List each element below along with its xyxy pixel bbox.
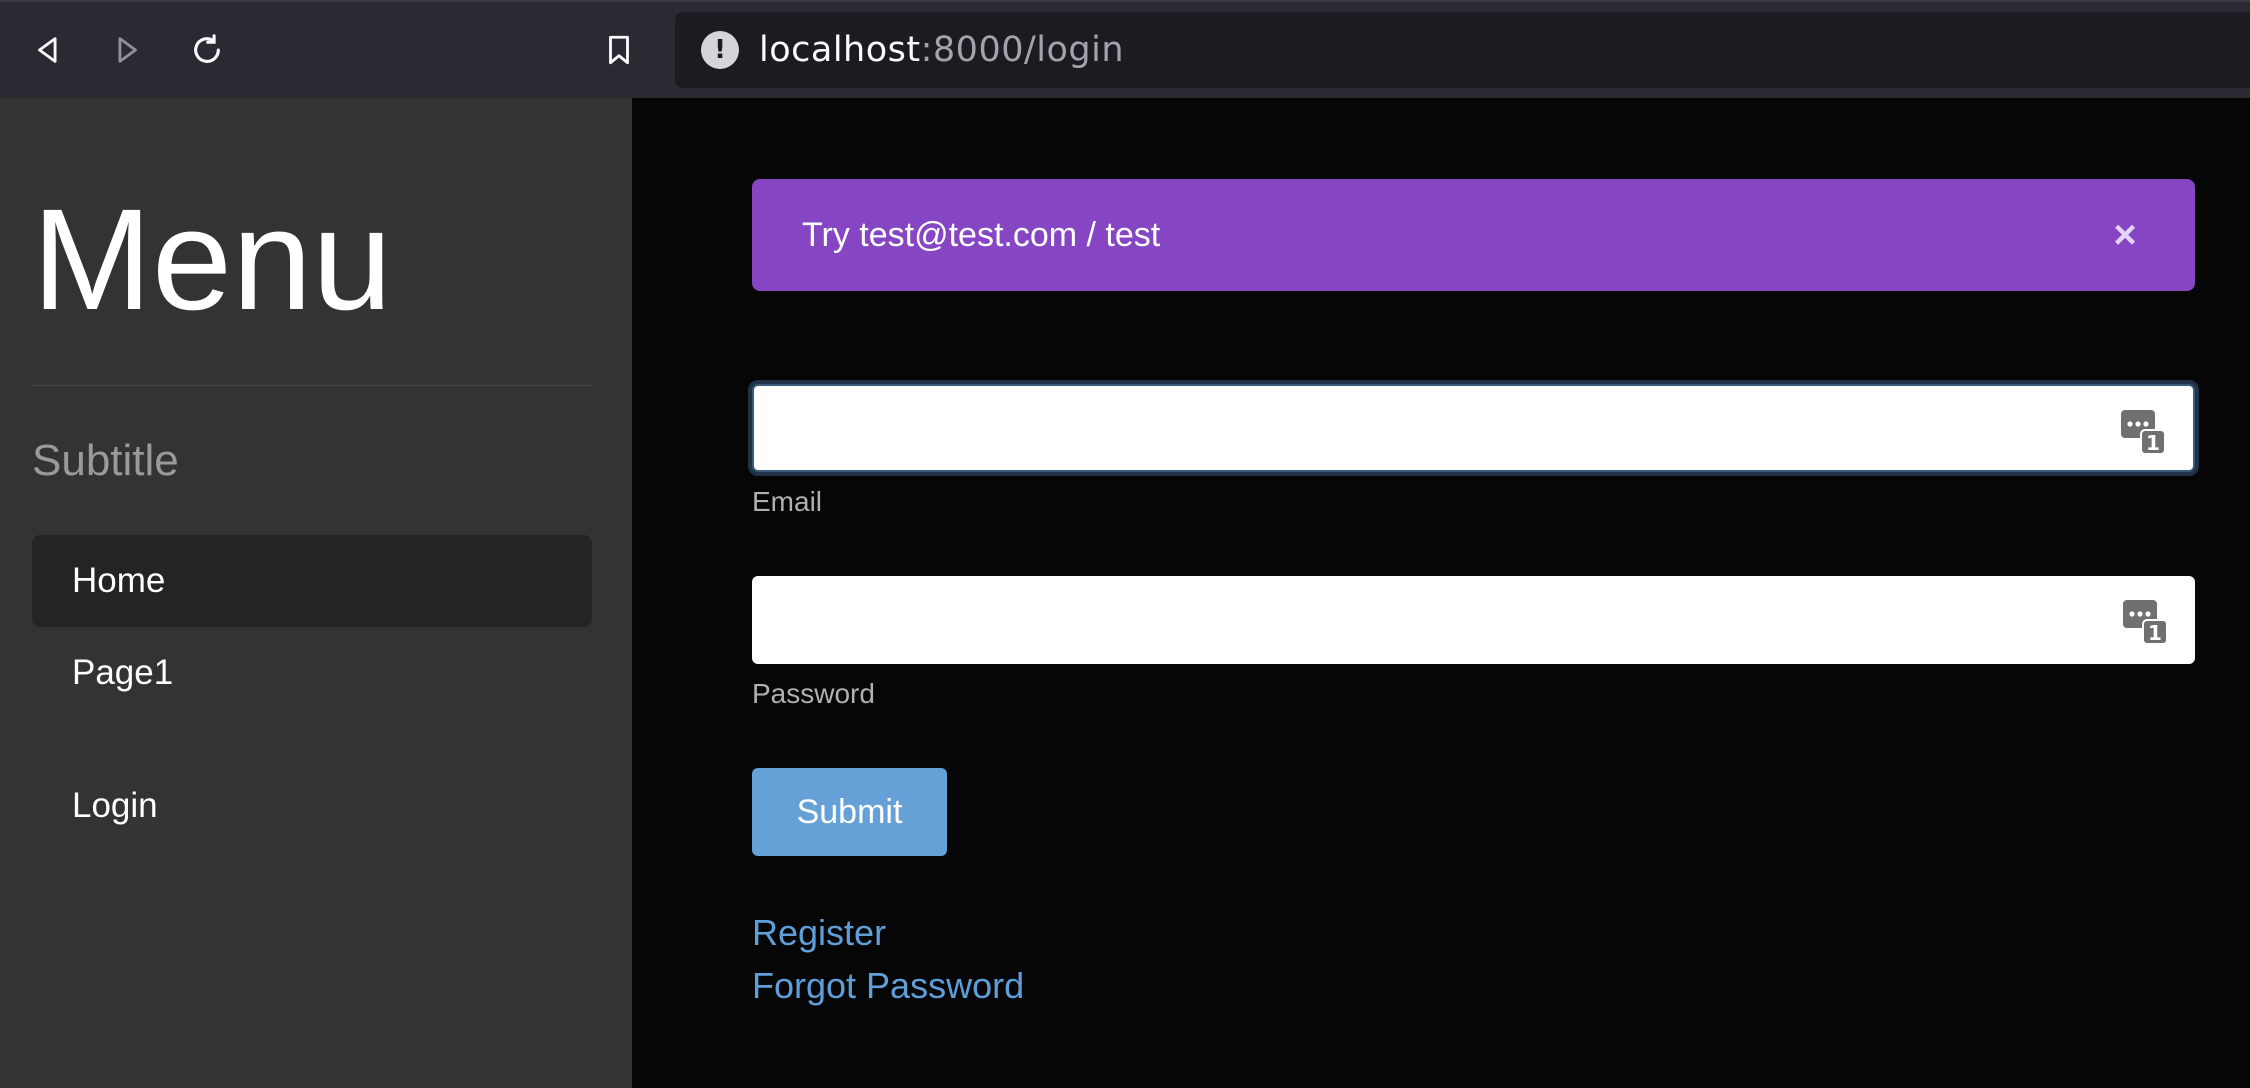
menu-title: Menu: [32, 179, 393, 340]
url-host: localhost: [759, 30, 921, 70]
sidebar-item-label: Home: [72, 561, 166, 600]
bookmark-icon: [609, 35, 629, 65]
reload-icon: [194, 34, 220, 63]
password-field[interactable]: 1: [752, 576, 2195, 664]
url-text[interactable]: localhost:8000/login: [759, 30, 1124, 70]
email-input[interactable]: [754, 386, 2193, 470]
banner-text: Try test@test.com / test: [802, 215, 1161, 254]
sidebar-item-label: Page1: [72, 653, 174, 692]
menu-divider: [32, 385, 592, 386]
sidebar-item-login[interactable]: Login: [32, 760, 592, 852]
forward-button[interactable]: [99, 24, 155, 76]
password-input[interactable]: [752, 576, 2195, 664]
url-path: :8000/login: [920, 30, 1125, 70]
menu-subtitle: Subtitle: [32, 436, 179, 485]
sidebar: Menu Subtitle Home Page1 Login: [0, 98, 632, 1088]
close-icon[interactable]: ×: [2105, 213, 2145, 257]
email-label: Email: [752, 486, 823, 517]
register-link[interactable]: Register: [752, 912, 886, 954]
submit-button[interactable]: Submit: [752, 768, 947, 856]
sidebar-item-page1[interactable]: Page1: [32, 627, 592, 719]
site-info-icon[interactable]: !: [701, 31, 739, 69]
address-bar[interactable]: ! localhost:8000/login: [675, 12, 2250, 88]
password-manager-icon[interactable]: 1: [2123, 598, 2167, 644]
svg-text:1: 1: [2148, 621, 2162, 644]
bookmark-button[interactable]: [591, 24, 647, 76]
sidebar-item-label: Login: [72, 786, 158, 825]
svg-text:1: 1: [2146, 431, 2160, 454]
forward-arrow-icon: [118, 37, 137, 63]
browser-toolbar: ! localhost:8000/login: [0, 0, 2250, 98]
main-content: Try test@test.com / test × 1 Email 1 Pas…: [632, 98, 2250, 1088]
notification-banner: Try test@test.com / test ×: [752, 179, 2195, 291]
reload-button[interactable]: [179, 24, 235, 76]
back-arrow-icon: [38, 37, 57, 63]
back-button[interactable]: [20, 24, 76, 76]
password-manager-icon[interactable]: 1: [2121, 408, 2165, 454]
sidebar-item-home[interactable]: Home: [32, 535, 592, 627]
forgot-password-link[interactable]: Forgot Password: [752, 965, 1024, 1007]
email-field[interactable]: 1: [748, 380, 2199, 476]
password-label: Password: [752, 678, 875, 709]
